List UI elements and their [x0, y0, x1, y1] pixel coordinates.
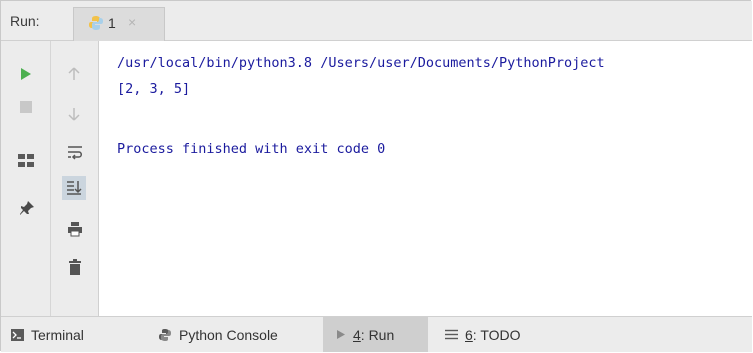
console-output[interactable]: /usr/local/bin/python3.8 /Users/user/Doc…: [99, 41, 752, 316]
pin-icon[interactable]: [19, 200, 35, 216]
trash-icon[interactable]: [68, 259, 82, 275]
stop-icon[interactable]: [20, 101, 32, 113]
scroll-to-end-toggle[interactable]: [62, 176, 86, 200]
scroll-to-end-icon: [67, 181, 82, 195]
close-icon[interactable]: ×: [128, 14, 136, 30]
tab-run[interactable]: 4: Run: [323, 317, 428, 352]
tab-python-console-label: Python Console: [179, 326, 278, 343]
tab-python-console[interactable]: Python Console: [158, 317, 308, 352]
tab-terminal-label: Terminal: [31, 326, 84, 343]
console-actions-toolbar: [51, 41, 99, 316]
run-header: Run: 1 ×: [1, 1, 752, 41]
python-icon: [89, 16, 103, 30]
terminal-icon: [11, 328, 24, 341]
tab-todo-text: : TODO: [472, 326, 521, 343]
tab-run-label: 4: Run: [353, 327, 394, 343]
tab-todo-mnemonic: 6: [465, 326, 473, 343]
tab-label: 1: [108, 15, 116, 31]
console-line-exit: Process finished with exit code 0: [117, 141, 386, 157]
up-arrow-icon[interactable]: [68, 67, 80, 81]
run-play-icon: [337, 330, 345, 339]
down-arrow-icon[interactable]: [68, 107, 80, 121]
tab-todo-label: 6: TODO: [465, 327, 521, 343]
run-controls-toolbar: [1, 41, 51, 316]
tab-run-1[interactable]: 1 ×: [73, 7, 165, 41]
console-line-result: [2, 3, 5]: [117, 81, 191, 97]
todo-list-icon: [445, 329, 458, 340]
run-label: Run:: [10, 13, 40, 29]
layout-icon[interactable]: [18, 154, 34, 168]
tab-todo[interactable]: 6: TODO: [445, 317, 555, 352]
tab-run-text: : Run: [360, 326, 395, 343]
rerun-icon[interactable]: [19, 67, 33, 81]
python-console-icon: [159, 328, 171, 341]
tab-terminal[interactable]: Terminal: [11, 317, 131, 352]
tab-run-mnemonic: 4: [353, 326, 361, 343]
print-icon[interactable]: [67, 221, 83, 237]
console-line-command: /usr/local/bin/python3.8 /Users/user/Doc…: [117, 55, 605, 71]
run-tool-window: Run: 1 × /usr/local/bin/python3.8 /Users…: [0, 0, 752, 352]
soft-wrap-icon[interactable]: [67, 145, 83, 161]
tool-window-bar: Terminal Python Console 4: Run 6: TODO: [1, 316, 752, 352]
